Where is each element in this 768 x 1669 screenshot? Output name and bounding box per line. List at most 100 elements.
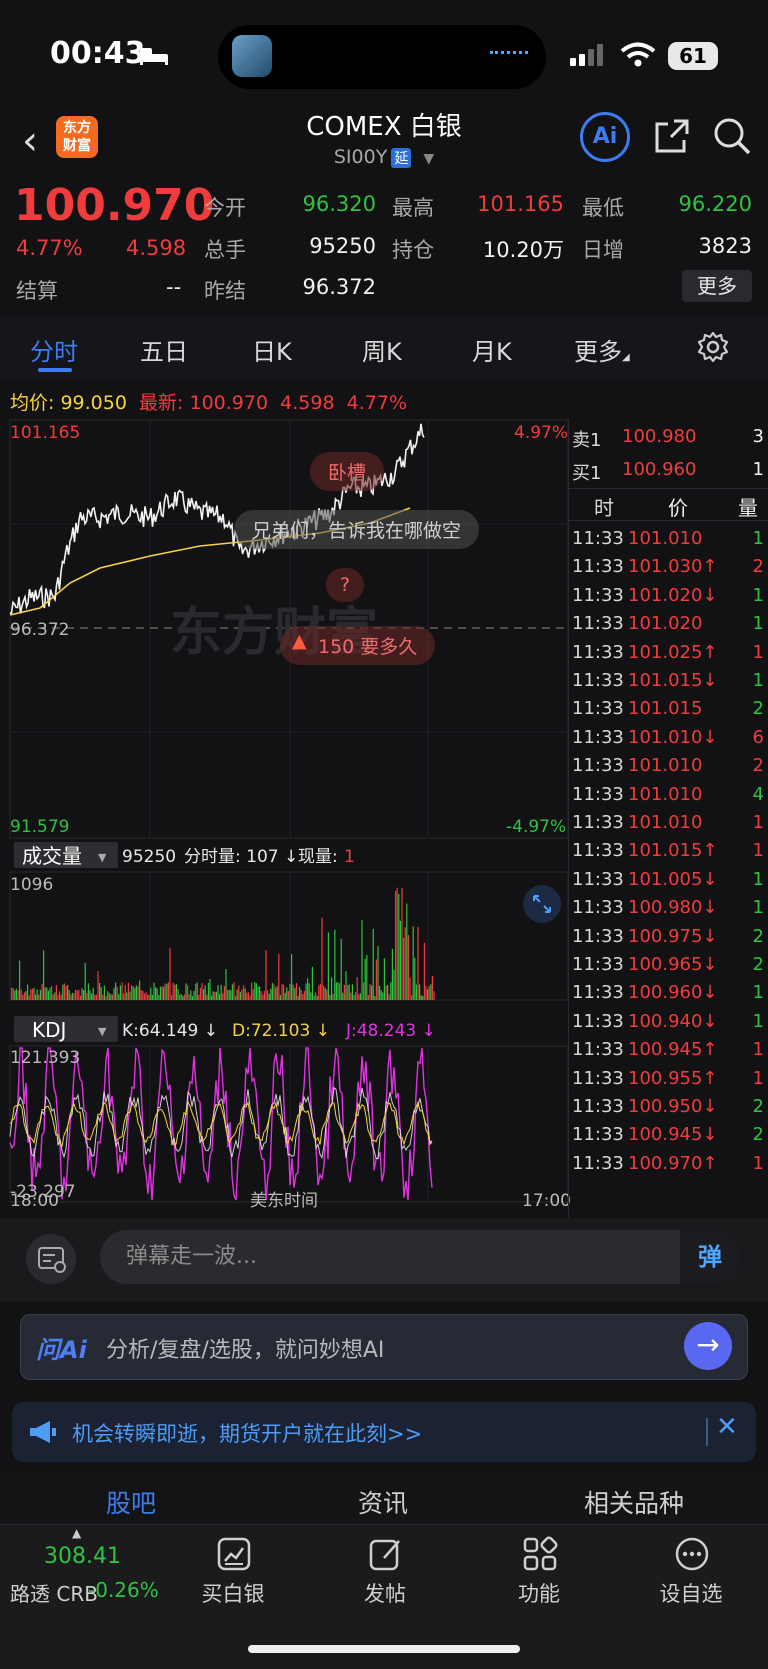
index-name[interactable]: 路透 CRB bbox=[10, 1578, 98, 1607]
index-value[interactable]: 308.41 bbox=[44, 1544, 121, 1569]
volume-bar bbox=[275, 987, 277, 1000]
arrow-right-icon[interactable]: → bbox=[684, 1322, 732, 1370]
volume-bar bbox=[140, 989, 142, 1000]
danmu-bubble[interactable]: ? bbox=[326, 568, 365, 602]
volume-bar bbox=[297, 995, 299, 1000]
tick-row: 11:33 100.980↓ 1 bbox=[572, 897, 766, 925]
bid-label: 买1 bbox=[572, 463, 602, 484]
open-interest-label: 持仓 bbox=[392, 238, 434, 262]
volume-bar bbox=[356, 977, 358, 1000]
audio-wave-icon bbox=[490, 51, 528, 57]
high-label: 最高 bbox=[392, 196, 434, 220]
volume-bar bbox=[231, 984, 233, 1000]
low-value: 96.220 bbox=[678, 192, 752, 216]
volume-bar bbox=[159, 986, 161, 1000]
index-change[interactable]: -0.26% bbox=[88, 1578, 159, 1602]
tick-price: 101.025↑ bbox=[628, 641, 718, 663]
expand-up-icon[interactable]: ▲ bbox=[72, 1526, 81, 1540]
tab-related[interactable]: 相关品种 bbox=[584, 1484, 684, 1520]
danmu-bubble[interactable]: ▲ 150 要多久 bbox=[280, 626, 436, 665]
danmu-input[interactable]: 弹幕走一波... bbox=[100, 1230, 740, 1284]
kdj-k-value: K:64.149 ↓ bbox=[122, 1021, 218, 1041]
volume-bar bbox=[265, 950, 267, 1000]
volume-bar bbox=[348, 984, 350, 1000]
tick-qty: 4 bbox=[752, 783, 764, 805]
danmu-bubble[interactable]: 兄弟们，告诉我在哪做空 bbox=[234, 510, 480, 549]
volume-bar bbox=[238, 985, 240, 1000]
nav-buy-silver[interactable]: 买白银 bbox=[178, 1578, 288, 1608]
tick-price: 100.950↓ bbox=[628, 1096, 718, 1117]
ai-assistant-button[interactable]: Ai bbox=[580, 112, 630, 162]
tick-row: 11:33 101.020↓ 1 bbox=[572, 585, 766, 613]
volume-bar bbox=[145, 992, 147, 1000]
volume-bar bbox=[302, 993, 304, 1000]
tab-weekly-k[interactable]: 周K bbox=[362, 332, 402, 367]
tick-qty: 1 bbox=[752, 982, 764, 1004]
volume-bar bbox=[223, 986, 225, 1000]
volume-bar bbox=[20, 989, 22, 1000]
change-percent: 4.77% bbox=[16, 236, 83, 260]
volume-bar bbox=[97, 971, 99, 1000]
volume-bar bbox=[343, 985, 345, 1000]
danmu-settings-icon[interactable] bbox=[26, 1234, 76, 1284]
tick-price: 100.960↓ bbox=[628, 982, 718, 1004]
bid-row: 买1 100.960 1 bbox=[572, 459, 766, 487]
tab-more[interactable]: 更多◢ bbox=[574, 332, 630, 367]
volume-bar bbox=[175, 984, 177, 1000]
tick-row: 11:33 101.010 2 bbox=[572, 755, 766, 783]
tick-row: 11:33 100.940↓ 1 bbox=[572, 1011, 766, 1039]
post-edit-icon[interactable] bbox=[368, 1536, 404, 1572]
tab-daily-k[interactable]: 日K bbox=[252, 332, 292, 367]
contract-selector[interactable]: SI00Y 延 ▼ bbox=[0, 146, 768, 168]
more-dots-icon[interactable] bbox=[674, 1536, 710, 1572]
expand-chart-button[interactable] bbox=[523, 885, 561, 923]
tick-time: 11:33 bbox=[572, 641, 624, 663]
volume-bar bbox=[412, 926, 414, 1000]
volume-bar bbox=[100, 987, 102, 1000]
volume-bar bbox=[291, 954, 293, 1000]
promo-text[interactable]: 机会转瞬即逝，期货开户就在此刻>> bbox=[72, 1418, 422, 1448]
volume-bar bbox=[113, 988, 115, 1000]
volume-bar bbox=[15, 988, 17, 1000]
volume-bar bbox=[171, 995, 173, 1000]
volume-bar bbox=[406, 903, 408, 1000]
share-icon[interactable] bbox=[654, 118, 690, 154]
ask-label: 卖1 bbox=[572, 430, 602, 451]
volume-bar bbox=[431, 976, 433, 1000]
settings-gear-icon[interactable] bbox=[696, 330, 730, 364]
volume-bar bbox=[54, 992, 56, 1000]
volume-bar bbox=[110, 994, 112, 1000]
tab-five-day[interactable]: 五日 bbox=[140, 332, 188, 367]
volume-bar bbox=[339, 983, 341, 1000]
close-icon[interactable]: ✕ bbox=[716, 1412, 738, 1442]
tick-qty: 1 bbox=[752, 1039, 764, 1061]
volume-bar bbox=[19, 960, 21, 1000]
nav-post[interactable]: 发帖 bbox=[330, 1578, 440, 1608]
last-label: 最新: bbox=[139, 392, 184, 414]
functions-grid-icon[interactable] bbox=[522, 1536, 558, 1572]
tab-monthly-k[interactable]: 月K bbox=[472, 332, 512, 367]
volume-value: 95250 bbox=[309, 234, 376, 258]
volume-bar bbox=[27, 984, 29, 1000]
tab-intraday[interactable]: 分时 bbox=[30, 332, 78, 367]
volume-bar bbox=[137, 986, 139, 1000]
search-icon[interactable] bbox=[712, 116, 752, 156]
volume-bar bbox=[353, 995, 355, 1000]
tick-qty: 2 bbox=[752, 954, 764, 975]
danmu-bubble[interactable]: 卧槽 bbox=[310, 452, 385, 491]
volume-bar bbox=[179, 994, 181, 1000]
volume-bar bbox=[43, 950, 45, 1000]
buy-chart-icon[interactable] bbox=[216, 1536, 252, 1572]
volume-bar bbox=[294, 988, 296, 1000]
tab-news[interactable]: 资讯 bbox=[358, 1484, 408, 1520]
dropdown-arrow-icon: ▼ bbox=[98, 1025, 107, 1038]
volume-bar bbox=[271, 982, 273, 1000]
nav-add-watchlist[interactable]: 设自选 bbox=[636, 1578, 746, 1608]
more-quote-button[interactable]: 更多 bbox=[682, 270, 752, 302]
nav-functions[interactable]: 功能 bbox=[484, 1578, 594, 1608]
volume-bar bbox=[318, 985, 320, 1000]
volume-bar bbox=[310, 992, 312, 1000]
danmu-toggle-button[interactable]: 弹 bbox=[680, 1230, 740, 1284]
tick-qty: 1 bbox=[752, 584, 764, 606]
tab-forum[interactable]: 股吧 bbox=[106, 1484, 156, 1520]
